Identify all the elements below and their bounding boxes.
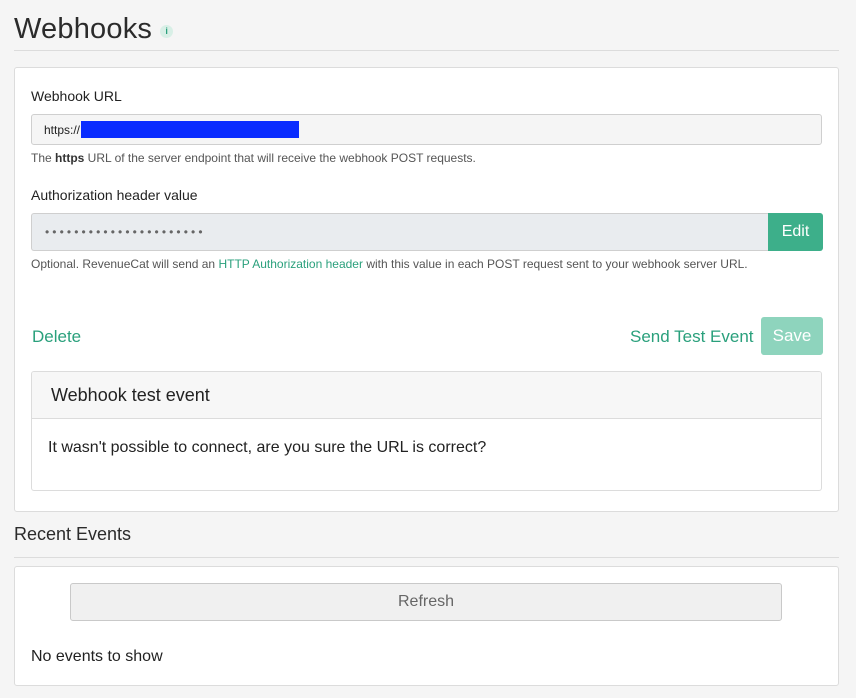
recent-events-title: Recent Events <box>14 524 839 558</box>
info-icon[interactable]: i <box>160 24 174 38</box>
url-help-prefix: The <box>31 151 56 165</box>
webhook-url-value: https:// <box>44 122 81 137</box>
http-authorization-header-link[interactable]: HTTP Authorization header <box>218 257 363 271</box>
test-event-title: Webhook test event <box>32 372 821 419</box>
delete-button[interactable]: Delete <box>32 327 81 347</box>
auth-help-suffix: with this value in each POST request sen… <box>362 257 748 271</box>
webhook-url-label: Webhook URL <box>31 88 122 104</box>
auth-header-group: •••••••••••••••••••••• Edit <box>31 213 823 251</box>
webhook-url-help: The https URL of the server endpoint tha… <box>31 149 476 168</box>
test-event-panel: Webhook test event It wasn't possible to… <box>31 371 822 491</box>
page-header: Webhooks i <box>14 8 839 51</box>
redacted-url-block <box>81 121 300 138</box>
edit-button[interactable]: Edit <box>768 213 823 251</box>
send-test-event-button[interactable]: Send Test Event <box>630 327 754 347</box>
save-button[interactable]: Save <box>761 317 823 355</box>
page-title: Webhooks <box>14 12 153 45</box>
auth-header-help: Optional. RevenueCat will send an HTTP A… <box>31 255 811 274</box>
url-help-suffix: URL of the server endpoint that will rec… <box>84 151 476 165</box>
test-event-message: It wasn't possible to connect, are you s… <box>48 439 487 456</box>
recent-events-card: Refresh No events to show <box>14 566 839 686</box>
auth-help-prefix: Optional. RevenueCat will send an <box>31 257 219 271</box>
webhook-settings-card: Webhook URL https:// The https URL of th… <box>14 67 839 512</box>
no-events-message: No events to show <box>31 648 163 665</box>
refresh-button[interactable]: Refresh <box>70 583 782 621</box>
auth-header-label: Authorization header value <box>31 187 198 203</box>
url-help-bold: https <box>55 151 85 165</box>
webhook-url-input[interactable]: https:// <box>31 114 822 145</box>
auth-header-input[interactable]: •••••••••••••••••••••• <box>31 213 768 251</box>
